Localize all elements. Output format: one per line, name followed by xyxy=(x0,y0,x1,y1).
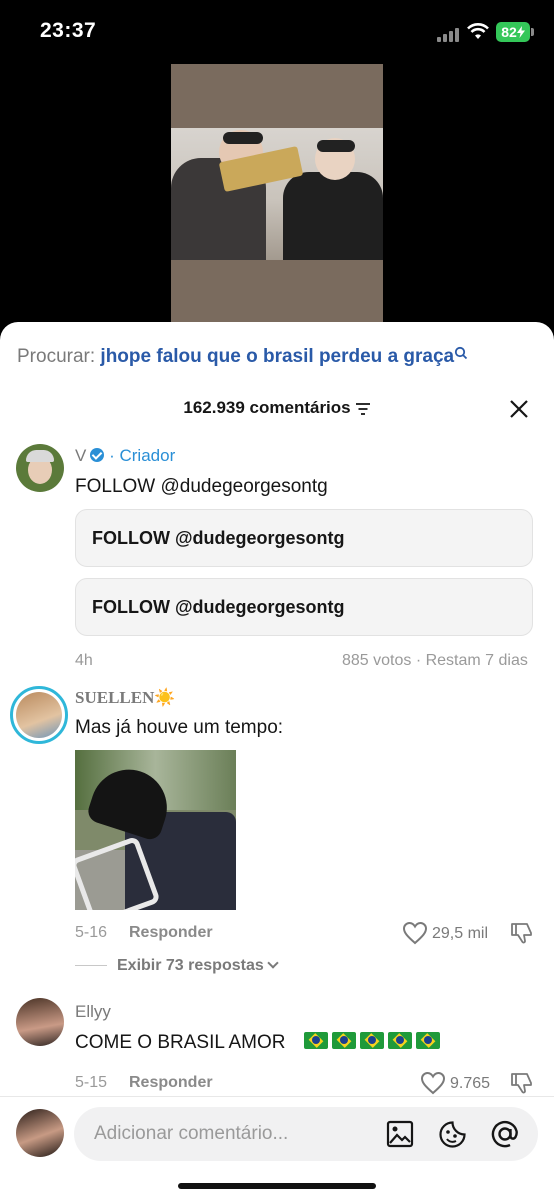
comment-date: 5-15 xyxy=(75,1074,108,1091)
avatar-ellyy[interactable] xyxy=(16,998,64,1046)
video-scene xyxy=(171,128,383,260)
comment-text: Mas já houve um tempo: xyxy=(75,717,284,738)
dislike-icon[interactable] xyxy=(510,1071,534,1095)
search-query[interactable]: jhope falou que o brasil perdeu a graça xyxy=(100,346,454,367)
comment-input-container[interactable] xyxy=(74,1107,538,1161)
view-replies-label: Exibir 73 respostas xyxy=(117,957,264,974)
creator-comment-text: FOLLOW @dudegeorgesontg xyxy=(75,476,328,497)
poll-option-1[interactable]: FOLLOW @dudegeorgesontg xyxy=(75,509,533,567)
battery-tip xyxy=(531,28,534,36)
reply-button[interactable]: Responder xyxy=(129,924,213,942)
comment-image[interactable] xyxy=(75,750,236,910)
charging-icon xyxy=(516,26,525,38)
cellular-signal-icon xyxy=(437,28,459,42)
heart-icon[interactable] xyxy=(420,1071,446,1095)
comment-input[interactable] xyxy=(94,1107,374,1161)
like-count: 9.765 xyxy=(450,1075,491,1092)
my-avatar[interactable] xyxy=(16,1109,64,1157)
avatar-creator[interactable] xyxy=(16,444,64,492)
creator-separator: · xyxy=(109,446,115,465)
search-label: Procurar: xyxy=(17,346,96,367)
status-bar: 23:37 82 xyxy=(0,0,554,64)
comment-text: COME O BRASIL AMOR xyxy=(75,1032,286,1053)
avatar-helmet xyxy=(26,450,54,462)
brazil-flag-icon xyxy=(360,1032,384,1050)
sort-icon[interactable] xyxy=(355,402,371,416)
comment-date: 5-16 xyxy=(75,924,108,941)
search-icon[interactable] xyxy=(454,346,468,360)
video-player[interactable] xyxy=(0,64,554,334)
view-replies-button[interactable]: Exibir 73 respostas xyxy=(75,957,279,975)
comments-sheet: Procurar: jhope falou que o brasil perde… xyxy=(0,322,554,1199)
comments-count-row[interactable]: 162.939 comentários xyxy=(0,398,554,418)
brazil-flag-icon xyxy=(416,1032,440,1050)
home-indicator[interactable] xyxy=(178,1183,376,1189)
comments-count: 162.939 comentários xyxy=(183,398,351,417)
video-person-right xyxy=(283,172,383,260)
creator-username[interactable]: V xyxy=(75,446,86,465)
chevron-down-icon xyxy=(267,957,279,969)
heart-icon[interactable] xyxy=(402,921,428,945)
brazil-flags xyxy=(304,1032,444,1050)
close-icon[interactable] xyxy=(507,397,531,421)
poll-meta: 885 votos · Restam 7 dias xyxy=(342,652,528,669)
dislike-icon[interactable] xyxy=(510,921,534,945)
video-goggles-right xyxy=(317,140,355,152)
verified-icon xyxy=(90,448,105,462)
brazil-flag-icon xyxy=(304,1032,328,1050)
video-frame xyxy=(171,64,383,334)
search-suggestion[interactable]: Procurar: jhope falou que o brasil perde… xyxy=(17,346,468,368)
creator-username-row[interactable]: V · Criador xyxy=(75,446,175,466)
reply-button[interactable]: Responder xyxy=(129,1074,213,1092)
like-count: 29,5 mil xyxy=(432,925,489,942)
brazil-flag-icon xyxy=(388,1032,412,1050)
wifi-icon xyxy=(467,23,489,39)
comment-composer-bar xyxy=(0,1096,554,1199)
poll-option-2[interactable]: FOLLOW @dudegeorgesontg xyxy=(75,578,533,636)
video-letterbox-top xyxy=(171,64,383,128)
emoji-icon[interactable] xyxy=(438,1120,467,1149)
comment-username[interactable]: Ellyy xyxy=(75,1002,111,1022)
mention-icon[interactable] xyxy=(490,1119,520,1149)
comment-username[interactable]: SUELLEN☀️ xyxy=(75,688,176,708)
video-goggles-left xyxy=(223,132,263,144)
avatar-story-ring[interactable] xyxy=(10,686,68,744)
avatar-suellen xyxy=(16,692,62,738)
replies-divider xyxy=(75,965,107,967)
brazil-flag-icon xyxy=(332,1032,356,1050)
battery-level: 82 xyxy=(501,24,517,40)
status-time: 23:37 xyxy=(40,19,97,42)
creator-tag: Criador xyxy=(119,446,176,465)
creator-comment-time: 4h xyxy=(75,652,93,669)
image-icon[interactable] xyxy=(386,1120,414,1148)
battery-indicator: 82 xyxy=(496,22,530,42)
